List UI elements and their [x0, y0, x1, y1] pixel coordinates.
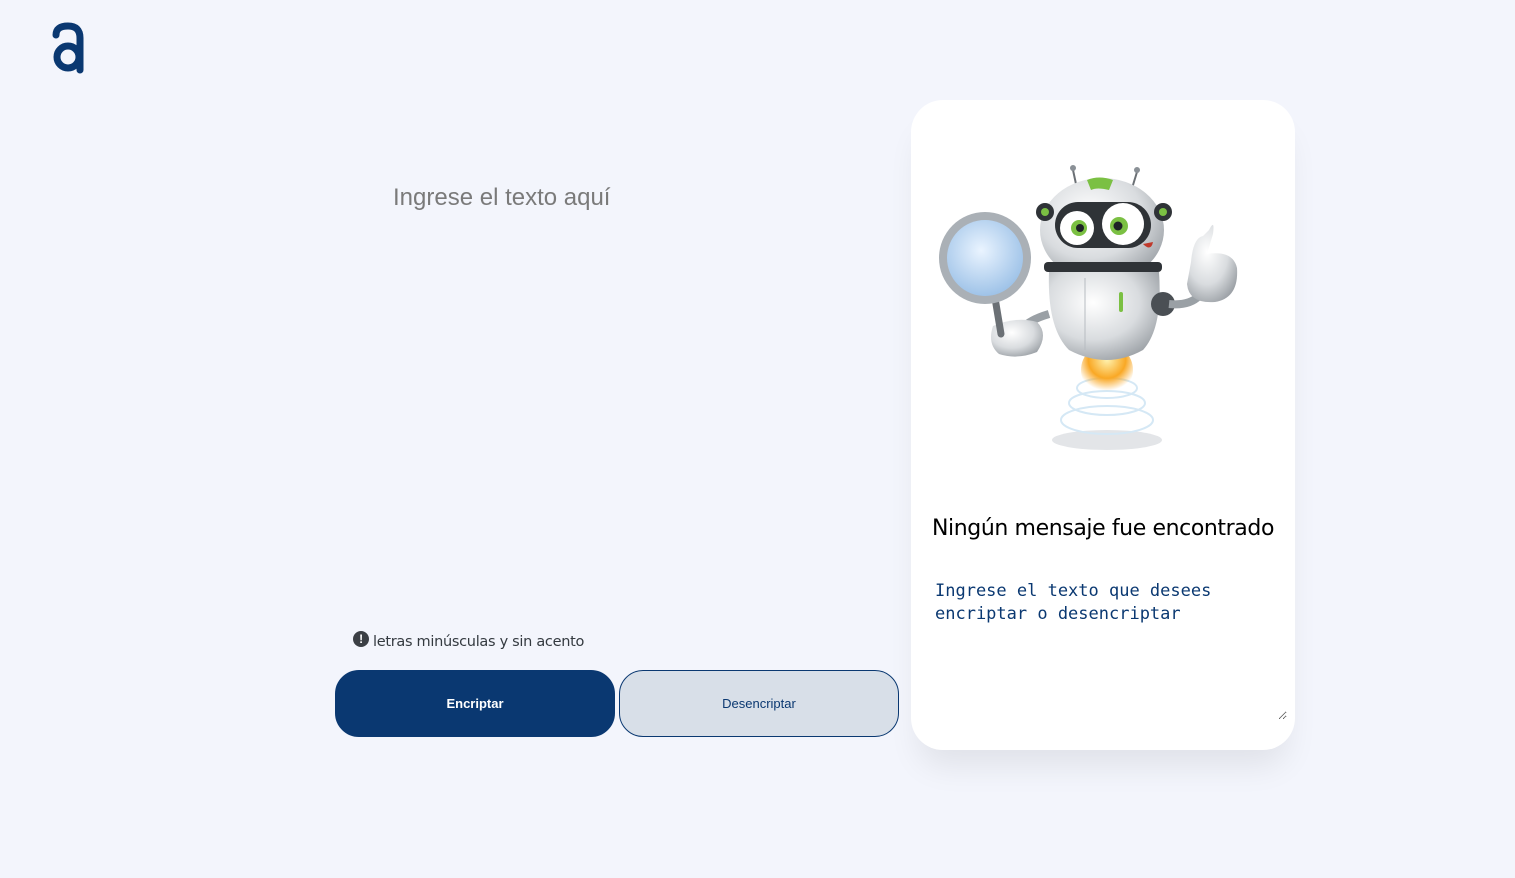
text-input[interactable]: [393, 184, 883, 604]
hint-text: letras minúsculas y sin acento: [373, 634, 585, 650]
result-panel: Ningún mensaje fue encontrado: [911, 100, 1295, 750]
result-title: Ningún mensaje fue encontrado: [931, 516, 1275, 541]
encrypt-button[interactable]: Encriptar: [335, 670, 615, 737]
decrypt-button[interactable]: Desencriptar: [619, 670, 899, 737]
logo-icon: [50, 22, 88, 74]
result-output-field[interactable]: [935, 580, 1287, 720]
exclamation-circle-icon: !: [353, 631, 369, 647]
robot-illustration: [937, 158, 1257, 458]
input-hint: ! letras minúsculas y sin acento: [353, 631, 585, 650]
